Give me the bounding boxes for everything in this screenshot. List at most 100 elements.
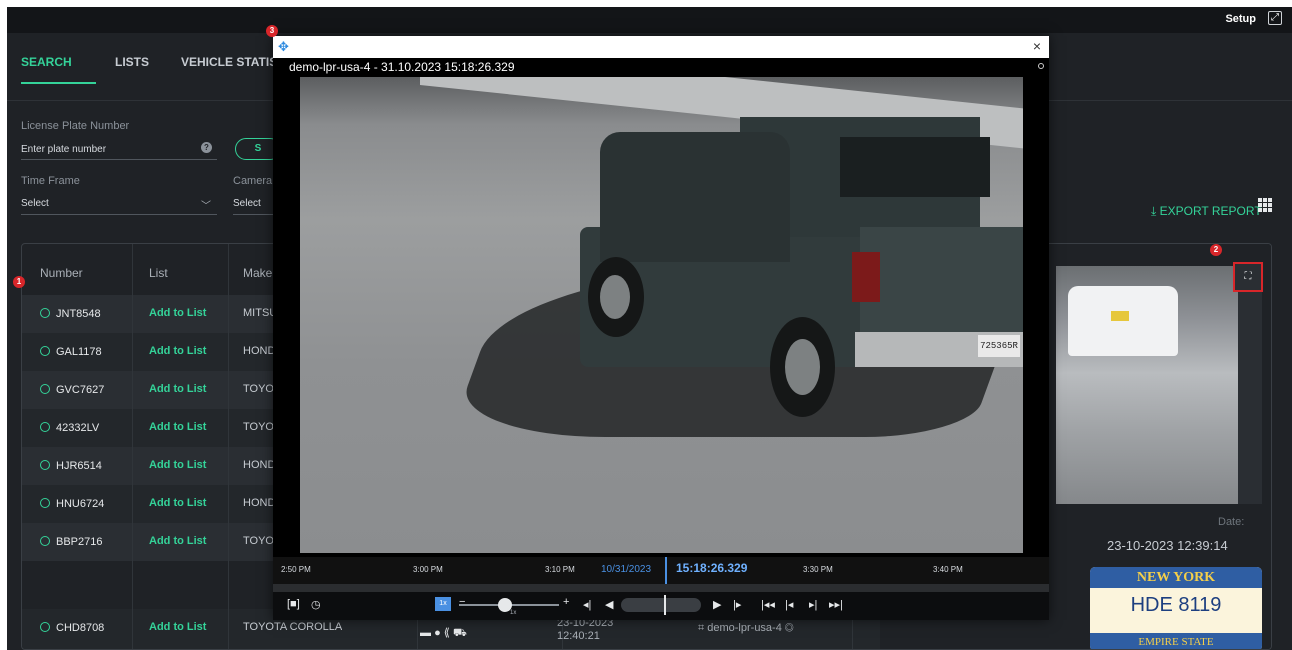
header-list: List: [149, 266, 168, 280]
vehicle-thumbnail[interactable]: [1056, 266, 1238, 504]
camera-select[interactable]: Select: [233, 198, 261, 209]
column-divider: [228, 244, 229, 649]
jog-wheel[interactable]: [621, 598, 701, 612]
top-bar: Setup ⤢: [7, 7, 1292, 33]
date-value: 23-10-2023 12:39:14: [1107, 538, 1228, 553]
vehicle-make: TOYOTA COROLLA: [243, 621, 343, 633]
timeframe-underline: [21, 214, 217, 215]
play-icon[interactable]: ▶: [713, 598, 721, 611]
close-button[interactable]: ×: [1033, 38, 1041, 54]
plate-number[interactable]: HJR6514: [40, 459, 102, 472]
timeline-time: 15:18:26.329: [676, 561, 748, 575]
add-to-list-link[interactable]: Add to List: [149, 459, 206, 471]
help-icon[interactable]: ?: [201, 142, 212, 153]
plate-label: License Plate Number: [21, 120, 130, 132]
playback-controls: [■] ◷ 1x − 1x + ◂| ◀ ▶ |▸ |◂◂ |◂ ▸| ▸▸|: [273, 592, 1049, 620]
timeline-tick: 2:50 PM: [281, 565, 311, 574]
video-frame[interactable]: 725365R: [300, 77, 1023, 553]
previous-icon[interactable]: |◂: [785, 598, 793, 611]
timeline-track[interactable]: [273, 584, 1049, 592]
move-icon[interactable]: ✥: [278, 39, 289, 55]
search-icon: [40, 308, 50, 318]
clock-icon[interactable]: ◷: [311, 598, 321, 611]
vehicle-make: TOYO: [243, 383, 274, 395]
search-icon: [40, 346, 50, 356]
vehicle-attributes: ▬ ● ⟪ ⛟: [420, 626, 467, 641]
timeframe-select[interactable]: Select: [21, 198, 49, 209]
car-icon: ⛟: [452, 627, 467, 639]
search-icon: [40, 622, 50, 632]
plate-number[interactable]: CHD8708: [40, 621, 104, 634]
plate-number[interactable]: GAL1178: [40, 345, 102, 358]
grid-view-icon[interactable]: [1258, 198, 1272, 212]
next-icon[interactable]: ▸|: [809, 598, 817, 611]
plate-state: NEW YORK: [1090, 567, 1262, 588]
vehicle-make: HOND: [243, 345, 276, 357]
vehicle-make: HOND: [243, 497, 276, 509]
plate-number[interactable]: HNU6724: [40, 497, 104, 510]
timeline-cursor[interactable]: [665, 557, 667, 584]
expand-icon[interactable]: ⤢: [1268, 11, 1282, 25]
add-to-list-link[interactable]: Add to List: [149, 621, 206, 633]
jog-marker: [664, 595, 666, 615]
detection-time: 23-10-2023 12:40:21: [557, 617, 614, 642]
active-tab-indicator: [21, 82, 96, 84]
timeline-tick: 3:40 PM: [933, 565, 963, 574]
plate-number-image: HDE 8119: [1130, 594, 1222, 616]
step-back-icon[interactable]: ◂|: [583, 598, 591, 611]
snapshot-icon[interactable]: [■]: [287, 598, 300, 610]
callout-badge-2: 2: [1210, 244, 1222, 256]
step-forward-icon[interactable]: |▸: [733, 598, 741, 611]
tab-search[interactable]: SEARCH: [21, 55, 72, 69]
truck-license-plate: 725365R: [978, 335, 1020, 357]
header-make: Make: [243, 266, 273, 280]
add-to-list-link[interactable]: Add to List: [149, 497, 206, 509]
modal-header: ✥ ×: [273, 36, 1049, 58]
vehicle-make: TOYO: [243, 535, 274, 547]
add-to-list-link[interactable]: Add to List: [149, 535, 206, 547]
plate-slogan: EMPIRE STATE: [1090, 633, 1262, 649]
camera-tag[interactable]: ⌗ demo-lpr-usa-4 ◎: [698, 622, 794, 635]
add-to-list-link[interactable]: Add to List: [149, 307, 206, 319]
header-number: Number: [40, 266, 83, 280]
tab-vehicle-statistics[interactable]: VEHICLE STATIS: [181, 55, 277, 69]
tab-lists[interactable]: LISTS: [115, 55, 149, 69]
color-dot-icon: ●: [434, 627, 441, 639]
column-divider: [132, 244, 133, 649]
vehicle-make: HOND: [243, 459, 276, 471]
skip-end-icon[interactable]: ▸▸|: [829, 598, 843, 611]
search-icon: [40, 536, 50, 546]
timeline-tick: 3:30 PM: [803, 565, 833, 574]
export-report-button[interactable]: ⤓ EXPORT REPORT: [1151, 204, 1262, 219]
timeline-tick: 3:00 PM: [413, 565, 443, 574]
plus-icon[interactable]: +: [563, 596, 569, 608]
status-dot-icon: [1038, 63, 1044, 69]
plate-number[interactable]: GVC7627: [40, 383, 104, 396]
minus-icon[interactable]: −: [459, 596, 465, 608]
plate-input[interactable]: Enter plate number: [21, 144, 106, 155]
camera-label: Camera: [233, 175, 273, 187]
speed-badge[interactable]: 1x: [435, 597, 451, 611]
plate-input-underline: [21, 159, 217, 160]
search-icon: [40, 460, 50, 470]
search-icon: [40, 498, 50, 508]
timeline[interactable]: 2:50 PM 3:00 PM 3:10 PM 10/31/2023 15:18…: [273, 557, 1049, 584]
skip-start-icon[interactable]: |◂◂: [761, 598, 775, 611]
timeframe-label: Time Frame: [21, 175, 80, 187]
plate-number[interactable]: JNT8548: [40, 307, 101, 320]
search-icon: [40, 384, 50, 394]
plate-number[interactable]: 42332LV: [40, 421, 99, 434]
add-to-list-link[interactable]: Add to List: [149, 383, 206, 395]
camera-underline: [233, 214, 273, 215]
us-flag-icon: ▬: [420, 627, 431, 639]
add-to-list-link[interactable]: Add to List: [149, 345, 206, 357]
fullscreen-icon[interactable]: ⛶: [1233, 262, 1263, 292]
setup-link[interactable]: Setup: [1225, 13, 1256, 25]
timeline-tick: 3:10 PM: [545, 565, 575, 574]
plate-number[interactable]: BBP2716: [40, 535, 102, 548]
add-to-list-link[interactable]: Add to List: [149, 421, 206, 433]
play-reverse-icon[interactable]: ◀: [605, 598, 613, 611]
callout-badge-3: 3: [266, 25, 278, 37]
chevron-down-icon[interactable]: ﹀: [201, 197, 211, 212]
direction-icon: ⟪: [443, 627, 450, 639]
